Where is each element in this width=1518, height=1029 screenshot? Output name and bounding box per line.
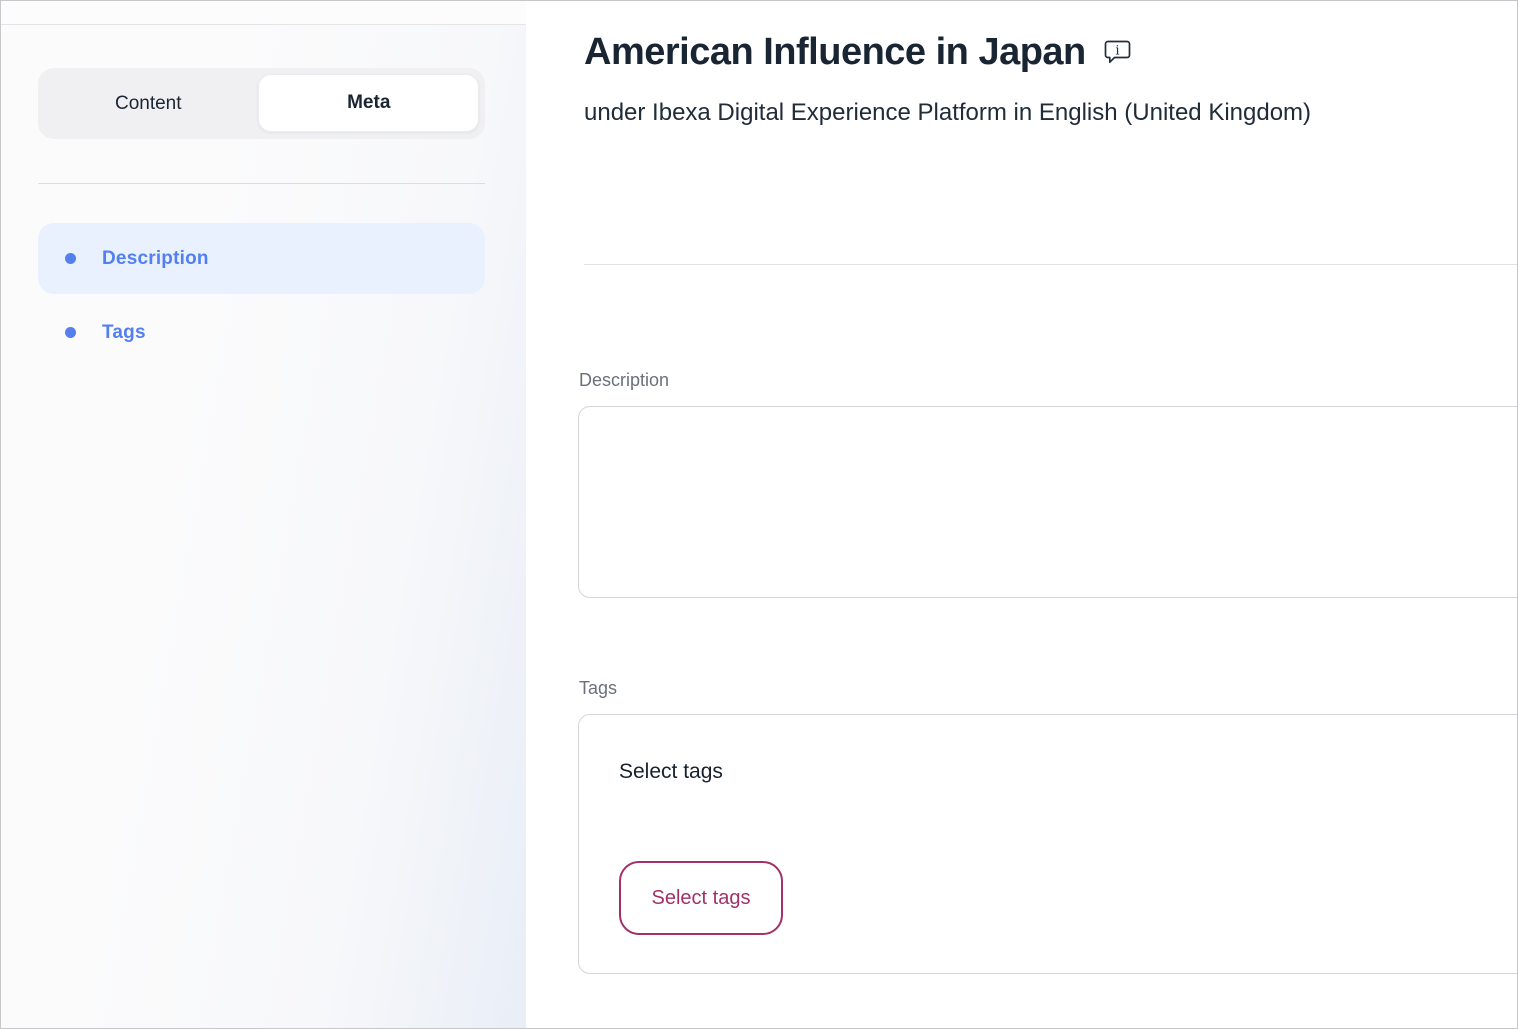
sidebar-divider	[38, 183, 485, 184]
anchor-item-label: Tags	[102, 322, 146, 344]
anchor-nav: Description Tags	[38, 223, 485, 368]
page-subtitle: under Ibexa Digital Experience Platform …	[584, 97, 1311, 129]
content-meta-tab-switcher: Content Meta	[38, 68, 485, 139]
tags-selector-label: Select tags	[619, 760, 723, 784]
anchor-item-tags[interactable]: Tags	[38, 297, 485, 368]
svg-text:i: i	[1115, 44, 1119, 59]
description-field-label: Description	[579, 370, 669, 391]
title-row: American Influence in Japan i	[584, 29, 1132, 75]
page-title: American Influence in Japan	[584, 29, 1086, 75]
bullet-dot-icon	[65, 253, 76, 264]
bullet-dot-icon	[65, 327, 76, 338]
content-edit-screen: Content Meta Description Tags American I…	[0, 0, 1518, 1029]
description-textarea[interactable]	[578, 406, 1518, 598]
main-divider	[584, 264, 1517, 265]
anchor-item-label: Description	[102, 248, 209, 270]
main-content: American Influence in Japan i under Ibex…	[526, 1, 1517, 1028]
sidebar-top-strip	[1, 1, 526, 25]
tab-content[interactable]: Content	[38, 68, 258, 139]
tags-field-box: Select tags Select tags	[578, 714, 1518, 974]
tags-field-label: Tags	[579, 678, 617, 699]
tab-meta[interactable]: Meta	[258, 74, 479, 132]
info-bubble-icon[interactable]: i	[1103, 38, 1132, 72]
anchor-item-description[interactable]: Description	[38, 223, 485, 294]
sidebar: Content Meta Description Tags	[1, 1, 526, 1028]
select-tags-button[interactable]: Select tags	[619, 861, 783, 935]
